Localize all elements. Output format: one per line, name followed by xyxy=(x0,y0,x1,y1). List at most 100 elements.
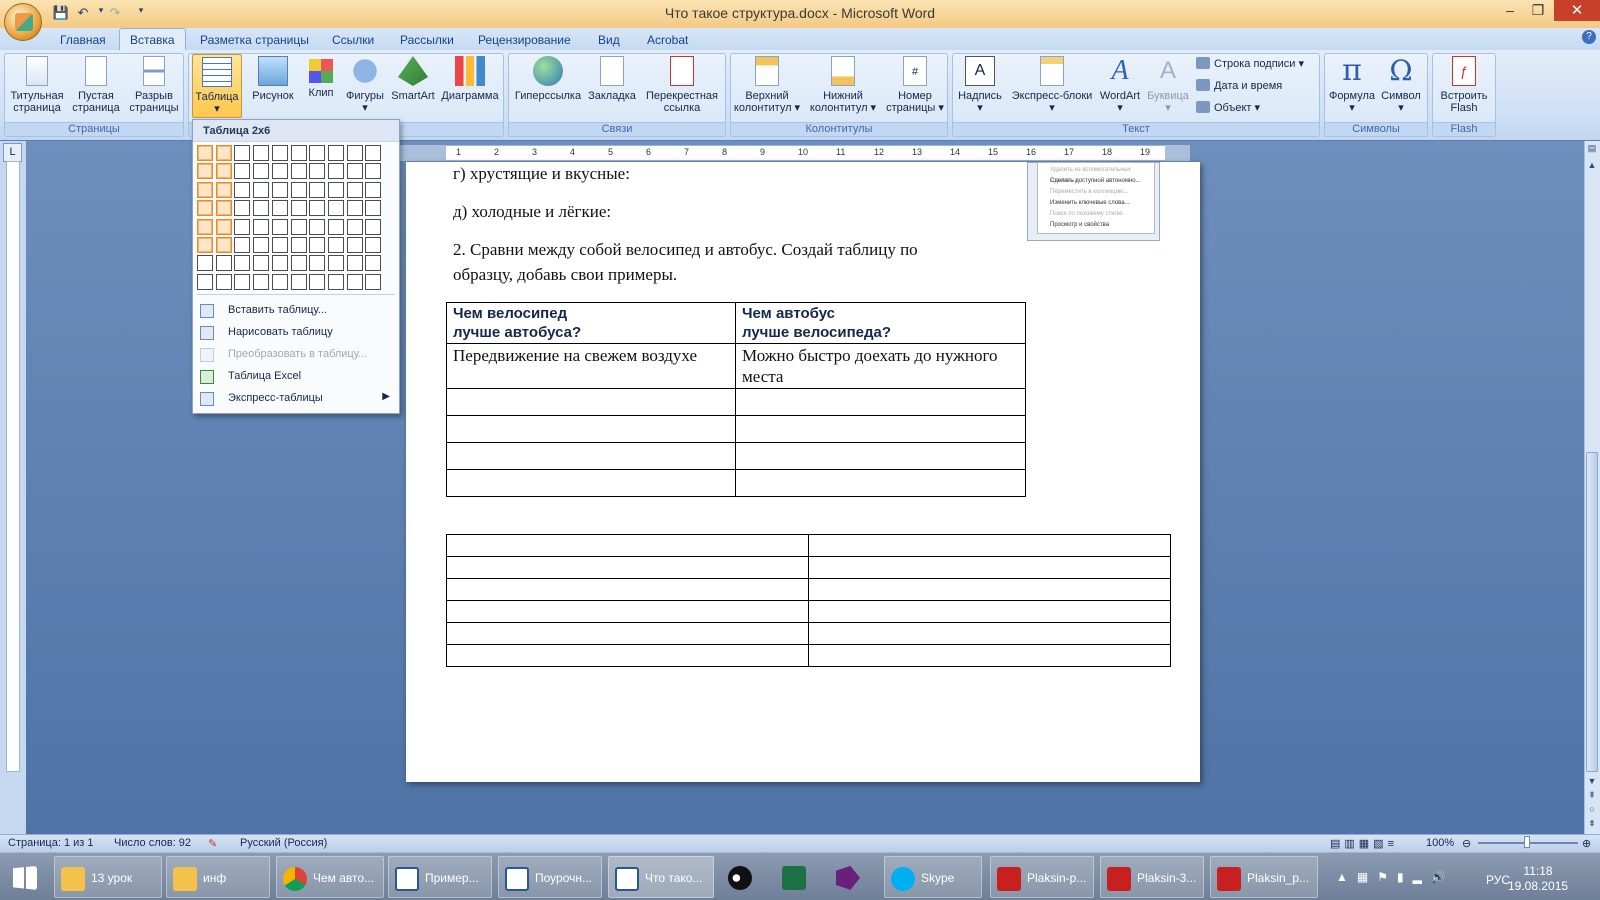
close-button[interactable]: ✕ xyxy=(1554,0,1600,21)
taskbar-pdf-1[interactable]: Plaksin-p... xyxy=(990,856,1094,898)
grid-cell[interactable] xyxy=(327,237,344,253)
grid-cell[interactable] xyxy=(197,163,213,180)
table-cell[interactable] xyxy=(808,644,1171,667)
table-header-cell[interactable]: Чем велосипед лучше автобуса? xyxy=(446,302,736,344)
shapes-button[interactable]: Фигуры ▾ xyxy=(342,56,388,114)
cross-reference-button[interactable]: Перекрестная ссылка xyxy=(640,56,724,114)
grid-cell[interactable] xyxy=(365,145,382,161)
tab-page-layout[interactable]: Разметка страницы xyxy=(190,31,319,50)
grid-cell[interactable] xyxy=(271,181,288,198)
grid-cell[interactable] xyxy=(290,218,307,235)
table-cell[interactable] xyxy=(808,534,1171,557)
taskbar-folder-13urok[interactable]: 13 урок xyxy=(54,856,162,898)
grid-cell[interactable] xyxy=(271,273,288,290)
grid-cell[interactable] xyxy=(290,145,307,161)
grid-cell[interactable] xyxy=(346,273,363,290)
grid-cell[interactable] xyxy=(309,273,326,290)
view-buttons[interactable]: ▤▥▦▧≡ xyxy=(1330,837,1398,850)
table-header-cell[interactable]: Чем автобус лучше велосипеда? xyxy=(735,302,1026,344)
grid-cell[interactable] xyxy=(346,237,363,253)
grid-cell[interactable] xyxy=(327,145,344,161)
table-cell[interactable] xyxy=(735,469,1026,497)
grid-cell[interactable] xyxy=(197,145,213,161)
grid-cell[interactable] xyxy=(197,273,213,290)
browse-object-icon[interactable]: ○ xyxy=(1586,804,1598,818)
tab-references[interactable]: Ссылки xyxy=(322,31,384,50)
table-button[interactable]: Таблица ▾ xyxy=(192,54,242,118)
table-cell[interactable]: Передвижение на свежем воздухе xyxy=(446,343,736,389)
grid-cell[interactable] xyxy=(215,163,232,180)
cover-page-button[interactable]: Титульная страница xyxy=(8,56,66,114)
drop-cap-button[interactable]: A Буквица ▾ xyxy=(1144,56,1192,114)
page-number-button[interactable]: # Номер страницы ▾ xyxy=(884,56,946,114)
zoom-slider-thumb[interactable] xyxy=(1524,836,1530,848)
grid-cell[interactable] xyxy=(309,181,326,198)
smartart-button[interactable]: SmartArt xyxy=(390,56,436,102)
grid-cell[interactable] xyxy=(346,218,363,235)
save-icon[interactable]: 💾 xyxy=(52,5,70,23)
grid-cell[interactable] xyxy=(197,218,213,235)
taskbar-word-active[interactable]: Что тако... xyxy=(608,856,714,898)
grid-cell[interactable] xyxy=(253,181,270,198)
grid-cell[interactable] xyxy=(327,218,344,235)
grid-cell[interactable] xyxy=(234,200,251,217)
table-cell[interactable] xyxy=(808,600,1171,623)
grid-cell[interactable] xyxy=(365,237,382,253)
comparison-table[interactable]: Чем велосипед лучше автобуса? Чем автобус… xyxy=(446,302,1026,497)
taskbar-chrome[interactable]: Чем авто... xyxy=(276,856,384,898)
scrollbar-thumb[interactable] xyxy=(1586,452,1598,772)
embed-flash-button[interactable]: ƒ Встроить Flash xyxy=(1434,56,1494,114)
table-cell[interactable] xyxy=(808,578,1171,601)
undo-icon[interactable]: ↶ xyxy=(74,5,92,23)
grid-cell[interactable] xyxy=(309,218,326,235)
grid-cell[interactable] xyxy=(234,218,251,235)
bookmark-button[interactable]: Закладка xyxy=(584,56,640,102)
grid-cell[interactable] xyxy=(253,218,270,235)
grid-cell[interactable] xyxy=(234,237,251,253)
vertical-ruler[interactable] xyxy=(6,161,20,772)
excel-table-menu-item[interactable]: Таблица Excel xyxy=(194,366,398,388)
tab-acrobat[interactable]: Acrobat xyxy=(637,31,698,50)
grid-cell[interactable] xyxy=(271,237,288,253)
grid-cell[interactable] xyxy=(197,255,213,272)
grid-cell[interactable] xyxy=(215,181,232,198)
grid-cell[interactable] xyxy=(215,273,232,290)
language-status[interactable]: Русский (Россия) xyxy=(240,837,327,849)
table-cell[interactable] xyxy=(735,442,1026,470)
zoom-in-icon[interactable]: ⊕ xyxy=(1582,837,1591,850)
grid-cell[interactable] xyxy=(253,145,270,161)
clock[interactable]: 11:18 19.08.2015 xyxy=(1508,864,1568,894)
grid-cell[interactable] xyxy=(365,255,382,272)
table-cell[interactable] xyxy=(446,534,809,557)
clip-art-button[interactable]: Клип xyxy=(302,56,340,99)
table-cell[interactable] xyxy=(808,622,1171,645)
table-cell[interactable] xyxy=(446,578,809,601)
grid-cell[interactable] xyxy=(253,200,270,217)
table-cell[interactable] xyxy=(446,556,809,579)
table-cell[interactable] xyxy=(735,415,1026,443)
zoom-level[interactable]: 100% xyxy=(1426,837,1454,849)
help-icon[interactable]: ? xyxy=(1582,30,1596,44)
taskbar-skype[interactable]: Skype xyxy=(884,856,982,898)
wordart-button[interactable]: A WordArt ▾ xyxy=(1096,56,1144,115)
grid-cell[interactable] xyxy=(290,200,307,217)
object-button[interactable]: Объект ▾ xyxy=(1196,101,1260,114)
table-cell[interactable]: Можно быстро доехать до нужного места xyxy=(735,343,1026,389)
grid-cell[interactable] xyxy=(365,200,382,217)
grid-cell[interactable] xyxy=(290,255,307,272)
footer-button[interactable]: Нижний колонтитул ▾ xyxy=(804,56,882,114)
table-cell[interactable] xyxy=(446,388,736,416)
grid-cell[interactable] xyxy=(271,163,288,180)
hyperlink-button[interactable]: Гиперссылка xyxy=(512,56,584,102)
grid-cell[interactable] xyxy=(253,255,270,272)
previous-page-icon[interactable]: ⇞ xyxy=(1586,790,1598,804)
grid-cell[interactable] xyxy=(253,237,270,253)
signature-line-button[interactable]: Строка подписи ▾ xyxy=(1196,57,1304,70)
page-count-status[interactable]: Страница: 1 из 1 xyxy=(8,837,94,849)
grid-cell[interactable] xyxy=(309,145,326,161)
scroll-down-icon[interactable]: ▼ xyxy=(1586,776,1598,790)
taskbar-word-1[interactable]: Пример... xyxy=(388,856,492,898)
tab-view[interactable]: Вид xyxy=(588,31,630,50)
grid-cell[interactable] xyxy=(365,273,382,290)
taskbar-pdf-3[interactable]: Plaksin_p... xyxy=(1210,856,1318,898)
